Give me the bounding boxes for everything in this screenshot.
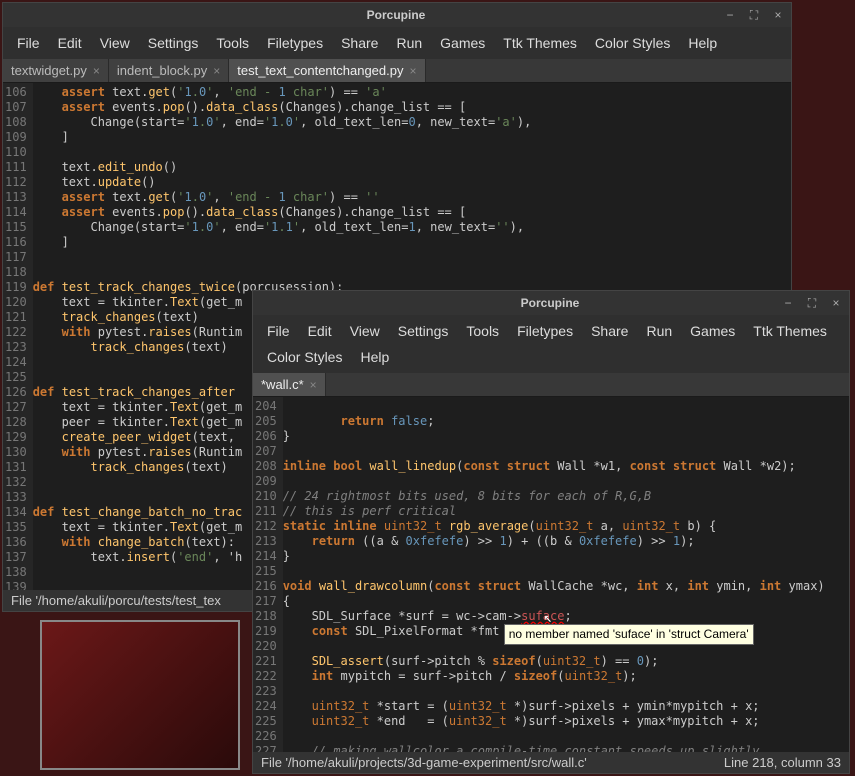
menu-item-file[interactable]: File	[9, 31, 48, 55]
editor-secondary[interactable]: 204 205 206 207 208 209 210 211 212 213 …	[253, 397, 849, 752]
menu-item-share[interactable]: Share	[583, 319, 636, 343]
menu-item-color-styles[interactable]: Color Styles	[259, 345, 350, 369]
tab-close-icon[interactable]: ×	[93, 64, 100, 78]
line-gutter: 106 107 108 109 110 111 112 113 114 115 …	[3, 83, 33, 590]
menu-item-edit[interactable]: Edit	[300, 319, 340, 343]
menu-item-filetypes[interactable]: Filetypes	[259, 31, 331, 55]
minimize-icon[interactable]: −	[723, 8, 737, 23]
menu-item-edit[interactable]: Edit	[50, 31, 90, 55]
menu-item-tools[interactable]: Tools	[458, 319, 507, 343]
menu-item-file[interactable]: File	[259, 319, 298, 343]
close-icon[interactable]: ×	[771, 8, 785, 23]
menubar-main: FileEditViewSettingsToolsFiletypesShareR…	[3, 27, 791, 59]
tab-textwidget-py[interactable]: textwidget.py ×	[3, 59, 109, 82]
menu-item-settings[interactable]: Settings	[390, 319, 457, 343]
menu-item-help[interactable]: Help	[352, 345, 397, 369]
line-gutter: 204 205 206 207 208 209 210 211 212 213 …	[253, 397, 283, 752]
menu-item-tools[interactable]: Tools	[208, 31, 257, 55]
titlebar-secondary[interactable]: Porcupine − ⛶ ×	[253, 291, 849, 315]
menu-item-share[interactable]: Share	[333, 31, 386, 55]
maximize-icon[interactable]: ⛶	[747, 8, 761, 23]
tabbar-main: textwidget.py×indent_block.py×test_text_…	[3, 59, 791, 83]
status-filepath: File '/home/akuli/projects/3d-game-exper…	[261, 755, 587, 770]
tab-label: test_text_contentchanged.py	[237, 63, 403, 78]
background-image	[40, 620, 240, 770]
menu-item-filetypes[interactable]: Filetypes	[509, 319, 581, 343]
error-tooltip: no member named 'suface' in 'struct Came…	[504, 624, 754, 645]
window-title: Porcupine	[319, 296, 781, 310]
menu-item-color-styles[interactable]: Color Styles	[587, 31, 678, 55]
menubar-secondary: FileEditViewSettingsToolsFiletypesShareR…	[253, 315, 849, 373]
close-icon[interactable]: ×	[829, 296, 843, 311]
menu-item-help[interactable]: Help	[680, 31, 725, 55]
code-area[interactable]: return false; } inline bool wall_linedup…	[283, 397, 849, 752]
window-secondary: Porcupine − ⛶ × FileEditViewSettingsTool…	[252, 290, 850, 774]
menu-item-games[interactable]: Games	[682, 319, 743, 343]
tab-label: *wall.c*	[261, 377, 304, 392]
tab-test-text-contentchanged-py[interactable]: test_text_contentchanged.py ×	[229, 59, 425, 82]
menu-item-run[interactable]: Run	[388, 31, 430, 55]
statusbar-secondary: File '/home/akuli/projects/3d-game-exper…	[253, 752, 849, 773]
minimize-icon[interactable]: −	[781, 296, 795, 311]
menu-item-settings[interactable]: Settings	[140, 31, 207, 55]
tab-close-icon[interactable]: ×	[310, 378, 317, 392]
tab-label: indent_block.py	[117, 63, 207, 78]
menu-item-view[interactable]: View	[342, 319, 388, 343]
tab-label: textwidget.py	[11, 63, 87, 78]
status-position: Line 218, column 33	[724, 755, 841, 770]
menu-item-ttk-themes[interactable]: Ttk Themes	[745, 319, 835, 343]
menu-item-view[interactable]: View	[92, 31, 138, 55]
tabbar-secondary: *wall.c* ×	[253, 373, 849, 397]
tab-close-icon[interactable]: ×	[409, 64, 416, 78]
tab-close-icon[interactable]: ×	[213, 64, 220, 78]
menu-item-ttk-themes[interactable]: Ttk Themes	[495, 31, 585, 55]
window-title: Porcupine	[69, 8, 723, 22]
tab-indent-block-py[interactable]: indent_block.py ×	[109, 59, 229, 82]
status-filepath: File '/home/akuli/porcu/tests/test_tex	[11, 593, 221, 608]
menu-item-games[interactable]: Games	[432, 31, 493, 55]
titlebar-main[interactable]: Porcupine − ⛶ ×	[3, 3, 791, 27]
menu-item-run[interactable]: Run	[638, 319, 680, 343]
maximize-icon[interactable]: ⛶	[805, 296, 819, 311]
tab--wall-c-[interactable]: *wall.c* ×	[253, 373, 326, 396]
